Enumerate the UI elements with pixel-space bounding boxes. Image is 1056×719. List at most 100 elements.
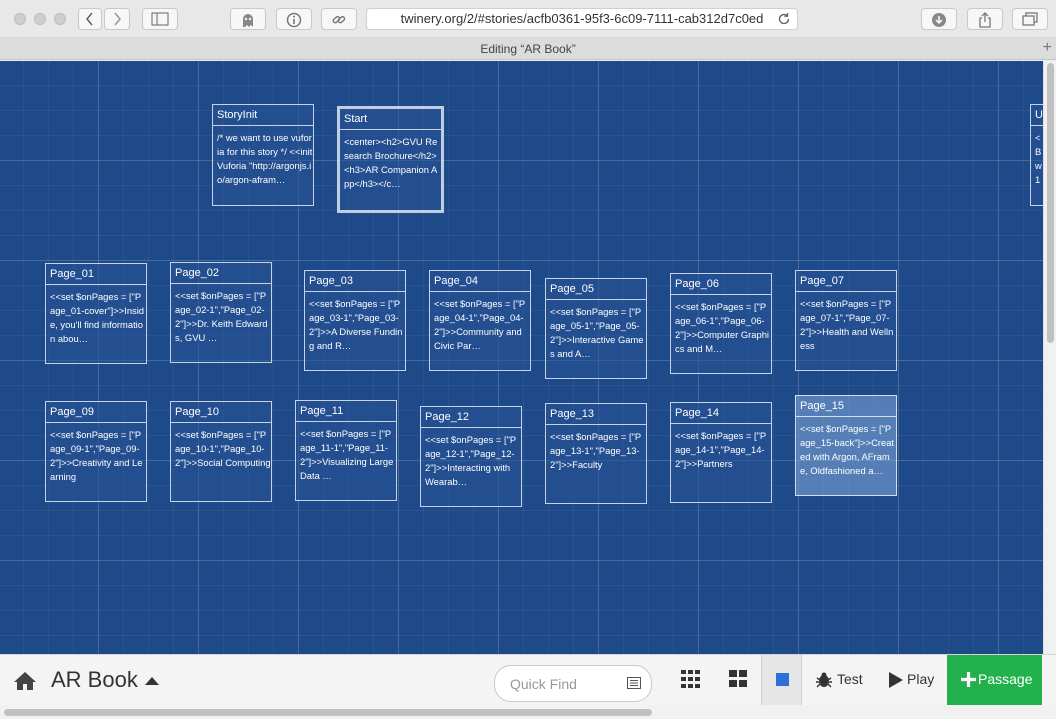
quick-find-placeholder: Quick Find (510, 676, 577, 692)
caret-up-icon[interactable] (144, 676, 160, 686)
share-icon (979, 12, 991, 28)
passage-card[interactable]: Page_02 <<set $onPages = ["Page_02-1","P… (170, 262, 272, 363)
passage-excerpt: <<set $onPages = ["Page_02-1","Page_02-2… (175, 290, 268, 343)
bug-icon (816, 672, 832, 688)
passage-excerpt: <<set $onPages = ["Page_09-1","Page_09-2… (50, 429, 143, 482)
new-passage-button[interactable]: Passage (947, 655, 1042, 706)
passage-excerpt: <<set $onPages = ["Page_03-1","Page_03-2… (309, 298, 403, 351)
vertical-scrollbar[interactable] (1043, 61, 1056, 654)
story-title[interactable]: AR Book (51, 667, 138, 693)
browser-toolbar: twinery.org/2/#stories/acfb0361-95f3-6c0… (0, 0, 1056, 38)
passage-excerpt: <<set $onPages = ["Page_06-1","Page_06-2… (675, 301, 770, 354)
passage-excerpt: <<set $onPages = ["Page_01-cover"]>>Insi… (50, 291, 145, 344)
passage-card[interactable]: StoryInit /* we want to use vuforia for … (212, 104, 314, 206)
plus-icon (961, 672, 976, 687)
passage-title: Page_05 (546, 279, 646, 300)
zoom-small-grid-icon[interactable] (681, 670, 701, 688)
sidebar-icon (151, 12, 169, 26)
passage-title: Page_01 (46, 264, 146, 285)
passage-title: StoryInit (213, 105, 313, 126)
story-map-canvas[interactable]: StoryInit /* we want to use vuforia for … (0, 61, 1043, 654)
passage-label: Passage (978, 671, 1033, 687)
passage-title: Page_04 (430, 271, 530, 292)
passage-title: Start (340, 109, 441, 130)
url-text: twinery.org/2/#stories/acfb0361-95f3-6c0… (400, 11, 764, 26)
info-extension-button[interactable] (276, 8, 312, 30)
horizontal-scrollbar[interactable] (0, 705, 1056, 719)
downloads-button[interactable] (921, 8, 957, 30)
passage-title: Page_06 (671, 274, 771, 295)
passage-card[interactable]: Page_14 <<set $onPages = ["Page_14-1","P… (670, 402, 772, 503)
passage-card[interactable]: Page_07 <<set $onPages = ["Page_07-1","P… (795, 270, 897, 371)
passage-card[interactable]: Page_09 <<set $onPages = ["Page_09-1","P… (45, 401, 147, 502)
passage-card[interactable]: Page_03 <<set $onPages = ["Page_03-1","P… (304, 270, 406, 371)
tab-bar: Editing “AR Book” + (0, 38, 1056, 60)
play-label: Play (907, 671, 935, 687)
passage-title: U (1031, 105, 1043, 126)
passage-card-selected[interactable]: Page_15 <<set $onPages = ["Page_15-back"… (795, 395, 897, 496)
passage-excerpt: <<set $onPages = ["Page_04-1","Page_04-2… (434, 298, 526, 351)
test-label: Test (837, 671, 863, 687)
zoom-medium-grid-icon[interactable] (729, 670, 747, 688)
reload-icon[interactable] (777, 12, 791, 26)
passage-title: Page_15 (796, 396, 896, 417)
zoom-window-button[interactable] (54, 13, 66, 25)
passage-card[interactable]: U < B w 1 (1030, 104, 1043, 206)
sidebar-toggle-button[interactable] (142, 8, 178, 30)
passage-title: Page_13 (546, 404, 646, 425)
passage-excerpt: <<set $onPages = ["Page_13-1","Page_13-2… (550, 431, 642, 470)
passage-card[interactable]: Page_10 <<set $onPages = ["Page_10-1","P… (170, 401, 272, 502)
passage-card[interactable]: Page_06 <<set $onPages = ["Page_06-1","P… (670, 273, 772, 374)
passage-excerpt: <<set $onPages = ["Page_11-1","Page_11-2… (300, 428, 396, 481)
passage-title: Page_03 (305, 271, 405, 292)
back-button[interactable] (78, 8, 102, 30)
passage-card[interactable]: Page_01 <<set $onPages = ["Page_01-cover… (45, 263, 147, 364)
passage-card[interactable]: Page_04 <<set $onPages = ["Page_04-1","P… (429, 270, 531, 371)
close-window-button[interactable] (14, 13, 26, 25)
chevron-right-icon (114, 12, 122, 26)
square-icon (776, 673, 789, 686)
horizontal-scroll-thumb[interactable] (4, 709, 652, 716)
story-toolbar: AR Book Quick Find Test Play Passage (0, 654, 1056, 706)
link-extension-button[interactable] (321, 8, 357, 30)
home-icon[interactable] (13, 671, 37, 691)
passage-title: Page_10 (171, 402, 271, 423)
passage-title: Page_11 (296, 401, 396, 422)
address-bar[interactable]: twinery.org/2/#stories/acfb0361-95f3-6c0… (366, 8, 798, 30)
passage-excerpt: <<set $onPages = ["Page_15-back"]>>Creat… (800, 423, 895, 476)
passage-excerpt: /* we want to use vuforia for this story… (217, 132, 313, 185)
passage-excerpt: <<set $onPages = ["Page_05-1","Page_05-2… (550, 306, 644, 359)
new-tab-button[interactable]: + (1043, 39, 1052, 57)
passage-card[interactable]: Page_12 <<set $onPages = ["Page_12-1","P… (420, 406, 522, 507)
passage-title: Page_02 (171, 263, 271, 284)
passage-excerpt: <<set $onPages = ["Page_14-1","Page_14-2… (675, 430, 767, 469)
passage-excerpt: <center><h2>GVU Research Brochure</h2> <… (344, 136, 440, 189)
passage-excerpt: <<set $onPages = ["Page_07-1","Page_07-2… (800, 298, 894, 351)
tab-title[interactable]: Editing “AR Book” (0, 42, 1056, 56)
forward-button[interactable] (104, 8, 130, 30)
passage-excerpt: <<set $onPages = ["Page_12-1","Page_12-2… (425, 434, 517, 487)
ghost-icon (243, 14, 253, 27)
show-tabs-button[interactable] (1012, 8, 1048, 30)
passage-title: Page_14 (671, 403, 771, 424)
passage-card[interactable]: Page_11 <<set $onPages = ["Page_11-1","P… (295, 400, 397, 501)
passage-card-start[interactable]: Start <center><h2>GVU Research Brochure<… (337, 106, 444, 213)
passage-excerpt: <<set $onPages = ["Page_10-1","Page_10-2… (175, 429, 271, 468)
vertical-scroll-thumb[interactable] (1047, 63, 1054, 343)
minimize-window-button[interactable] (34, 13, 46, 25)
passage-title: Page_09 (46, 402, 146, 423)
share-button[interactable] (967, 8, 1003, 30)
passage-excerpt: < B w 1 (1035, 132, 1042, 185)
zoom-full-button[interactable] (761, 655, 802, 706)
passage-title: Page_07 (796, 271, 896, 292)
passage-title: Page_12 (421, 407, 521, 428)
play-icon (889, 672, 903, 688)
info-icon (286, 12, 302, 28)
chevron-left-icon (85, 12, 93, 26)
passage-card[interactable]: Page_05 <<set $onPages = ["Page_05-1","P… (545, 278, 647, 379)
ghostery-extension-button[interactable] (230, 8, 266, 30)
passage-card[interactable]: Page_13 <<set $onPages = ["Page_13-1","P… (545, 403, 647, 504)
find-options-icon[interactable] (627, 677, 641, 689)
quick-find-input[interactable]: Quick Find (494, 665, 652, 702)
tabs-icon (1022, 12, 1038, 26)
